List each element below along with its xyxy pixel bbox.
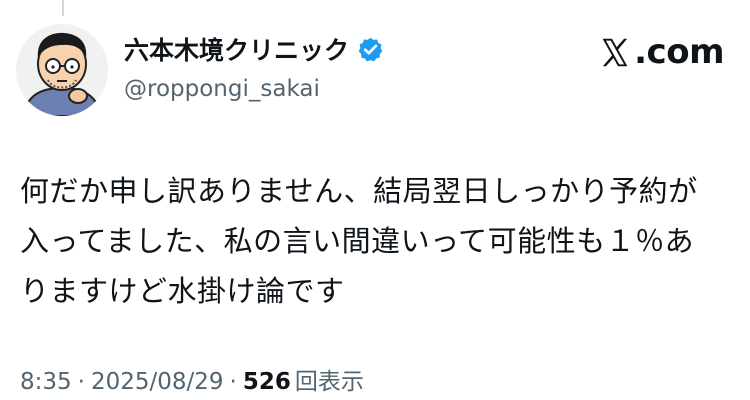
meta-separator: · <box>229 369 237 395</box>
verified-badge-icon <box>357 36 384 63</box>
tweet-meta: 8:35 · 2025/08/29 · 526 回表示 <box>20 362 364 396</box>
x-logo-icon <box>598 36 632 69</box>
meta-separator: · <box>77 369 85 395</box>
author-handle[interactable]: @roppongi_sakai <box>124 76 544 102</box>
author-name-row: 六本木境クリニック <box>124 30 544 68</box>
avatar[interactable] <box>16 24 108 116</box>
avatar-illustration <box>16 24 108 116</box>
brand-mark: .com <box>598 32 724 72</box>
views-label: 回表示 <box>294 369 364 395</box>
author-block: 六本木境クリニック @roppongi_sakai <box>124 30 544 102</box>
tweet-date[interactable]: 2025/08/29 <box>91 369 224 395</box>
brand-domain-text: .com <box>634 32 724 72</box>
author-display-name[interactable]: 六本木境クリニック <box>124 31 349 67</box>
tweet-card: 六本木境クリニック @roppongi_sakai .com 何だか申し訳ありま… <box>0 0 750 400</box>
views-count[interactable]: 526 <box>243 369 291 395</box>
tweet-time[interactable]: 8:35 <box>20 369 72 395</box>
thread-connector-line <box>62 0 64 16</box>
tweet-text: 何だか申し訳ありません、結局翌日しっかり予約が入ってました、私の言い間違いって可… <box>20 174 698 308</box>
